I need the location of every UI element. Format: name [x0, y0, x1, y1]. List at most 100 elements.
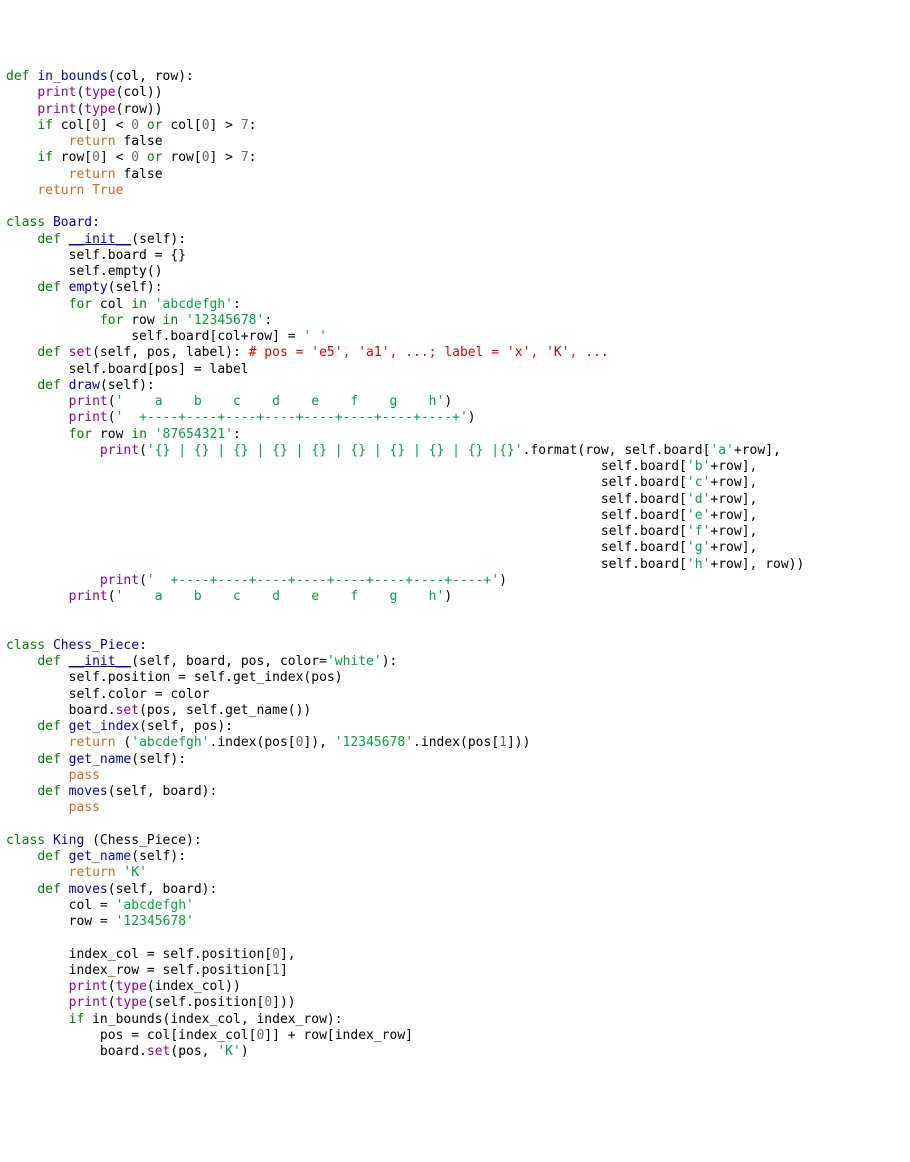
code-token: get_index	[69, 719, 139, 734]
code-line	[6, 199, 904, 215]
code-token: set	[69, 345, 92, 360]
code-token: 'e'	[687, 508, 710, 523]
code-token: def	[37, 232, 68, 247]
code-token: ):	[382, 654, 398, 669]
code-token	[6, 297, 69, 312]
code-token	[178, 313, 186, 328]
code-token	[6, 768, 69, 783]
code-token: 'f'	[687, 524, 710, 539]
code-token	[6, 882, 37, 897]
code-line: print(type(self.position[0]))	[6, 995, 904, 1011]
code-token	[6, 979, 69, 994]
code-token	[6, 427, 69, 442]
code-token: return	[69, 865, 116, 880]
code-token: pass	[69, 768, 100, 783]
code-token: :	[92, 215, 100, 230]
code-line: board.set(pos, self.get_name())	[6, 703, 904, 719]
code-token: '12345678'	[186, 313, 264, 328]
code-token: 'h'	[687, 557, 710, 572]
code-token: col =	[6, 898, 116, 913]
code-token: (self):	[131, 849, 186, 864]
code-token	[6, 280, 37, 295]
code-line: print(type(index_col))	[6, 979, 904, 995]
code-token: (self):	[100, 378, 155, 393]
code-token: in	[131, 297, 147, 312]
code-token: '{} | {} | {} | {} | {} | {} | {} | {} |…	[147, 443, 523, 458]
code-token: 0	[264, 995, 272, 1010]
code-token: ' +----+----+----+----+----+----+----+--…	[116, 410, 468, 425]
code-token: 1	[272, 963, 280, 978]
code-token: class	[6, 215, 53, 230]
code-token: 7	[241, 150, 249, 165]
code-token: .index(pos[	[210, 735, 296, 750]
code-token: (pos, self.get_name())	[139, 703, 311, 718]
code-line: self.position = self.get_index(pos)	[6, 670, 904, 686]
code-token: row[	[53, 150, 92, 165]
code-line: print(' a b c d e f g h')	[6, 394, 904, 410]
code-token: class	[6, 833, 53, 848]
code-token: def	[37, 784, 68, 799]
code-line: self.board = {}	[6, 248, 904, 264]
code-token: ]	[280, 963, 288, 978]
code-line: print(' a b c d e f g h')	[6, 589, 904, 605]
code-line: pass	[6, 800, 904, 816]
code-token: self.empty()	[6, 264, 163, 279]
code-token: def	[37, 882, 68, 897]
code-token	[6, 849, 37, 864]
code-token: return	[37, 183, 84, 198]
code-token: row	[92, 427, 131, 442]
code-token: pos = col[index_col[	[6, 1028, 256, 1043]
code-token: +row],	[710, 508, 757, 523]
code-token: false	[116, 134, 163, 149]
code-line: print(type(col))	[6, 85, 904, 101]
code-token: self.board = {}	[6, 248, 186, 263]
code-token: )	[444, 394, 452, 409]
code-token	[6, 394, 69, 409]
code-token: in	[131, 427, 147, 442]
code-token: (	[108, 589, 116, 604]
code-token: (	[108, 394, 116, 409]
code-token: 0	[131, 150, 139, 165]
code-token: print	[69, 410, 108, 425]
code-token: 0	[256, 1028, 264, 1043]
code-token: for	[100, 313, 123, 328]
code-token: def	[37, 752, 68, 767]
code-token: (self, board):	[108, 882, 218, 897]
code-token: (Chess_Piece):	[84, 833, 201, 848]
code-line: self.board['h'+row], row))	[6, 557, 904, 573]
code-line: def set(self, pos, label): # pos = 'e5',…	[6, 345, 904, 361]
code-line: self.color = color	[6, 687, 904, 703]
code-token: :	[233, 427, 241, 442]
code-line: self.board[pos] = label	[6, 362, 904, 378]
code-token: def	[37, 849, 68, 864]
code-token: 'abcdefgh'	[155, 297, 233, 312]
code-block: def in_bounds(col, row): print(type(col)…	[6, 69, 904, 1077]
code-token	[147, 297, 155, 312]
code-line: pass	[6, 768, 904, 784]
code-token	[6, 410, 69, 425]
code-token	[6, 995, 69, 1010]
code-token: '12345678'	[335, 735, 413, 750]
code-token: :	[233, 297, 241, 312]
code-token: ]] + row[index_row]	[264, 1028, 413, 1043]
code-token: self.position = self.get_index(pos)	[6, 670, 343, 685]
code-line: print(' +----+----+----+----+----+----+-…	[6, 573, 904, 589]
code-token: self.board[	[6, 492, 687, 507]
code-token: self.board[	[6, 508, 687, 523]
code-token: ] >	[210, 118, 241, 133]
code-token: Chess_Piece	[53, 638, 139, 653]
code-token: self.board[	[6, 524, 687, 539]
code-line: self.board['c'+row],	[6, 475, 904, 491]
code-token: col[	[53, 118, 92, 133]
code-token: print	[37, 85, 76, 100]
code-token: pass	[69, 800, 100, 815]
code-line: self.empty()	[6, 264, 904, 280]
code-token	[6, 167, 69, 182]
code-token: 0	[131, 118, 139, 133]
code-token	[84, 183, 92, 198]
code-line	[6, 817, 904, 833]
code-token	[6, 118, 37, 133]
code-token: return	[69, 134, 116, 149]
code-line: def get_index(self, pos):	[6, 719, 904, 735]
code-token: (col))	[116, 85, 163, 100]
